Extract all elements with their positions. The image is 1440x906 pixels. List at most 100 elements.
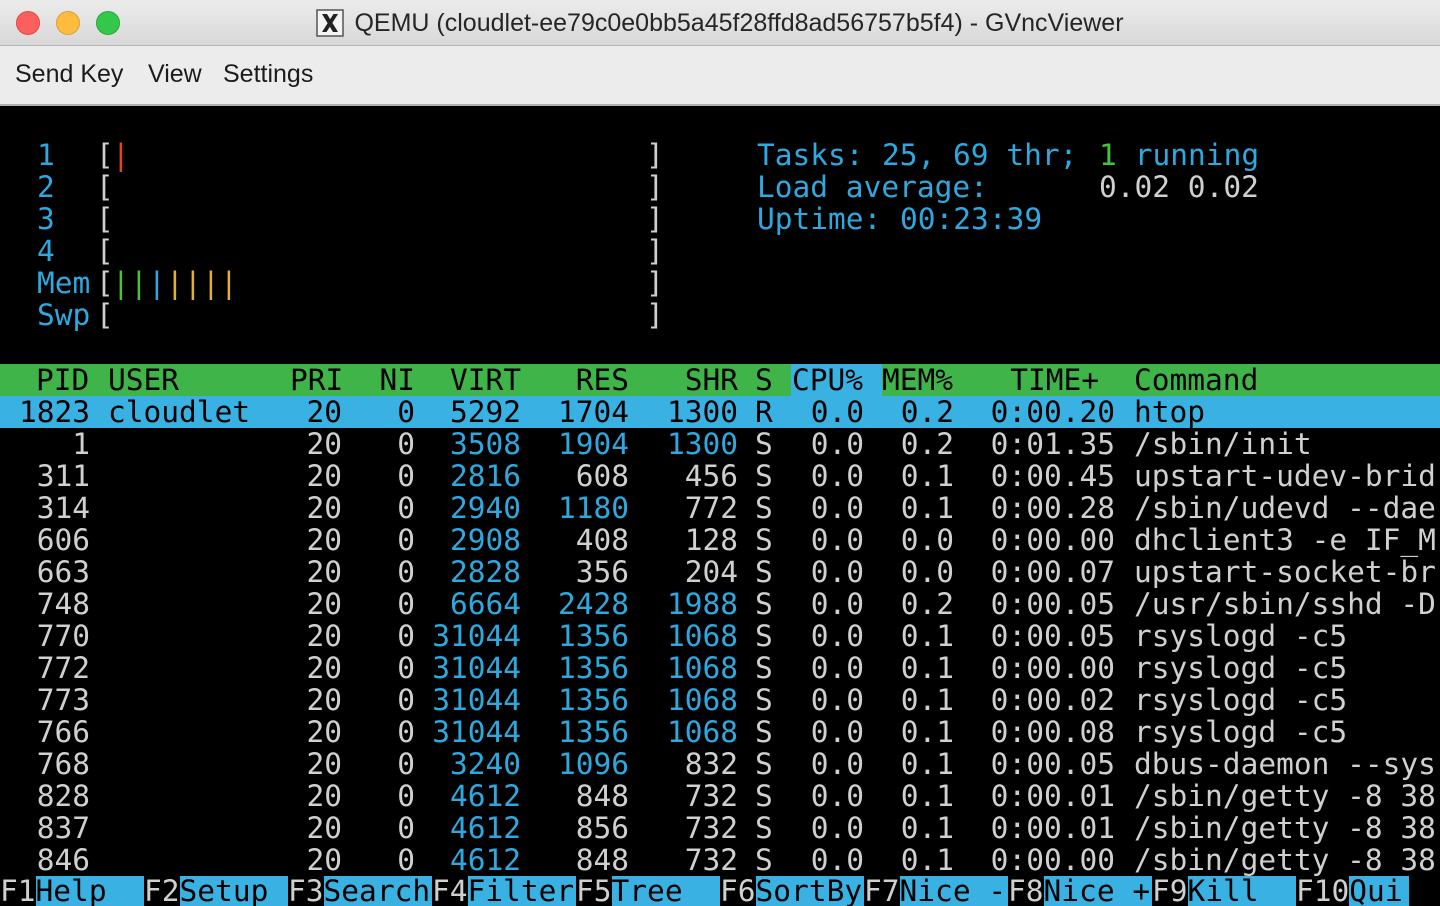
column-header-pid[interactable]: PID [36, 364, 89, 396]
fkey-f4[interactable]: F4Filter [432, 876, 576, 906]
cell-s: S [755, 811, 773, 845]
column-header-s[interactable]: S [755, 364, 773, 396]
column-header-pri[interactable]: PRI [290, 364, 343, 396]
cell-mem: 0.1 [900, 491, 954, 525]
cell-shr: 128 [684, 523, 738, 557]
process-row[interactable]: 311 20 0 2816 608 456 S 0.0 0.1 0:00.45 upstart-ud… [0, 460, 1440, 492]
cell-pri: 20 [306, 715, 342, 749]
vnc-display[interactable]: 1[|] 2[] 3[] 4[] Mem[| | | | | | |] Swp[] Tasks: 25… [0, 106, 1440, 906]
process-row[interactable]: 314 20 0 2940 1180 772 S 0.0 0.1 0:00.28/sbin/ude… [0, 492, 1440, 524]
cell-cpu: 0.0 [810, 843, 864, 877]
meter-close-bracket: ] [646, 298, 664, 332]
fkey-f1[interactable]: F1Help [0, 876, 144, 906]
cell-s: S [755, 683, 773, 717]
fkey-f9[interactable]: F9Kill [1152, 876, 1296, 906]
cell-s: S [755, 715, 773, 749]
cell-mem: 0.1 [900, 811, 954, 845]
cell-s: R [755, 395, 773, 429]
fkey-number: F2 [144, 874, 180, 906]
cell-res: 1096 [557, 747, 629, 781]
process-row[interactable]: 772 20 0 31044 1356 1068 S 0.0 0.1 0:00.00 rsyslog… [0, 652, 1440, 684]
cell-s: S [755, 491, 773, 525]
tasks-line: Tasks: 25, 69 thr; 1 running [0, 139, 1440, 171]
cell-pid: 772 [36, 651, 90, 685]
fkey-label: Kill [1187, 874, 1296, 906]
cell-pri: 20 [306, 491, 342, 525]
cell-user: cloudlet [108, 395, 251, 429]
cell-res: 408 [575, 523, 629, 557]
process-row[interactable]: 766 20 0 31044 1356 1068 S 0.0 0.1 0:00.08 rsyslog… [0, 716, 1440, 748]
cell-virt: 6664 [449, 587, 521, 621]
process-row[interactable]: 1 20 0 3508 1904 1300 S 0.0 0.2 0:01.35/sbin/init [0, 428, 1440, 460]
cell-ni: 0 [397, 459, 415, 493]
column-header-time[interactable]: TIME+ [960, 364, 1099, 396]
cell-time: 0:00.45 [990, 459, 1115, 493]
cell-cmd: /sbin/getty -8 38 [1134, 779, 1436, 813]
column-header-virt[interactable]: VIRT [420, 364, 521, 396]
cell-res: 856 [575, 811, 629, 845]
fkey-label: Nice + [1043, 874, 1152, 906]
fkey-f8[interactable]: F8Nice + [1008, 876, 1152, 906]
process-row-selected[interactable]: 1823 cloudlet 20 0 5292 1704 1300 R 0.0 0.2 0:00.2… [0, 396, 1440, 428]
cell-pid: 1 [72, 427, 90, 461]
column-header-command[interactable]: Command [1134, 364, 1258, 396]
cell-mem: 0.1 [900, 651, 954, 685]
process-row[interactable]: 663 20 0 2828 356 204 S 0.0 0.0 0:00.07 upstart-so… [0, 556, 1440, 588]
cpu-meter-4: 4 [] [0, 235, 1440, 267]
cell-pri: 20 [306, 683, 342, 717]
cell-pri: 20 [306, 843, 342, 877]
cell-virt: 5292 [449, 395, 521, 429]
cell-virt: 31044 [432, 651, 521, 685]
cell-cmd: dhclient3 -e IF_M [1134, 523, 1436, 557]
cell-time: 0:00.07 [990, 555, 1115, 589]
process-row[interactable]: 770 20 0 31044 1356 1068 S 0.0 0.1 0:00.05 rsyslog… [0, 620, 1440, 652]
cell-pid: 311 [36, 459, 90, 493]
cell-cmd: htop [1134, 395, 1206, 429]
column-header-mem[interactable]: MEM% [882, 364, 953, 396]
fkey-f6[interactable]: F6SortBy [720, 876, 864, 906]
fkey-f2[interactable]: F2Setup [144, 876, 288, 906]
cell-res: 1904 [557, 427, 629, 461]
cell-ni: 0 [397, 715, 415, 749]
process-row[interactable]: 748 20 0 6664 2428 1988 S 0.0 0.2 0:00.05/usr/sbi… [0, 588, 1440, 620]
column-header-user[interactable]: USER [108, 364, 179, 396]
column-header-res[interactable]: RES [530, 364, 629, 396]
process-row[interactable]: 768 20 0 3240 1096 832 S 0.0 0.1 0:00.05 dbus-daem… [0, 748, 1440, 780]
cell-pid: 314 [36, 491, 90, 525]
cell-cmd: rsyslogd -c5 [1134, 619, 1348, 653]
mem-usage-bar: | [184, 266, 202, 300]
menu-view[interactable]: View [148, 60, 202, 89]
cell-cpu: 0.0 [810, 715, 864, 749]
menubar: Send Key View Settings [0, 46, 1440, 106]
cell-virt: 2940 [449, 491, 521, 525]
column-header-ni[interactable]: NI [360, 364, 415, 396]
cell-pri: 20 [306, 811, 342, 845]
cell-cpu: 0.0 [810, 619, 864, 653]
cell-cpu: 0.0 [810, 555, 864, 589]
fkey-f7[interactable]: F7Nice - [864, 876, 1008, 906]
cell-s: S [755, 651, 773, 685]
fkey-f3[interactable]: F3Search [288, 876, 432, 906]
cell-ni: 0 [397, 523, 415, 557]
fkey-f10[interactable]: F10Qui [1296, 876, 1410, 906]
tasks-value: 25, 69 thr; [882, 138, 1096, 172]
column-header-shr[interactable]: SHR [640, 364, 738, 396]
cell-mem: 0.1 [900, 619, 954, 653]
process-row[interactable]: 606 20 0 2908 408 128 S 0.0 0.0 0:00.00 dhclient3 … [0, 524, 1440, 556]
cell-time: 0:00.02 [990, 683, 1115, 717]
cell-cpu: 0.0 [810, 651, 864, 685]
cell-pri: 20 [306, 523, 342, 557]
process-row[interactable]: 837 20 0 4612 856 732 S 0.0 0.1 0:00.01/sbin/gett… [0, 812, 1440, 844]
cell-shr: 204 [684, 555, 738, 589]
fkey-f5[interactable]: F5Tree [576, 876, 720, 906]
process-row[interactable]: 846 20 0 4612 848 732 S 0.0 0.1 0:00.00/sbin/gett… [0, 844, 1440, 876]
cell-shr: 1300 [666, 395, 738, 429]
menu-send-key[interactable]: Send Key [15, 60, 123, 89]
column-header-cpu[interactable]: CPU% [792, 364, 863, 396]
cell-mem: 0.2 [900, 587, 954, 621]
cell-virt: 3240 [449, 747, 521, 781]
menu-settings[interactable]: Settings [223, 60, 313, 89]
process-row[interactable]: 828 20 0 4612 848 732 S 0.0 0.1 0:00.01/sbin/gett… [0, 780, 1440, 812]
process-row[interactable]: 773 20 0 31044 1356 1068 S 0.0 0.1 0:00.02 rsyslog… [0, 684, 1440, 716]
fkey-number: F4 [432, 874, 468, 906]
